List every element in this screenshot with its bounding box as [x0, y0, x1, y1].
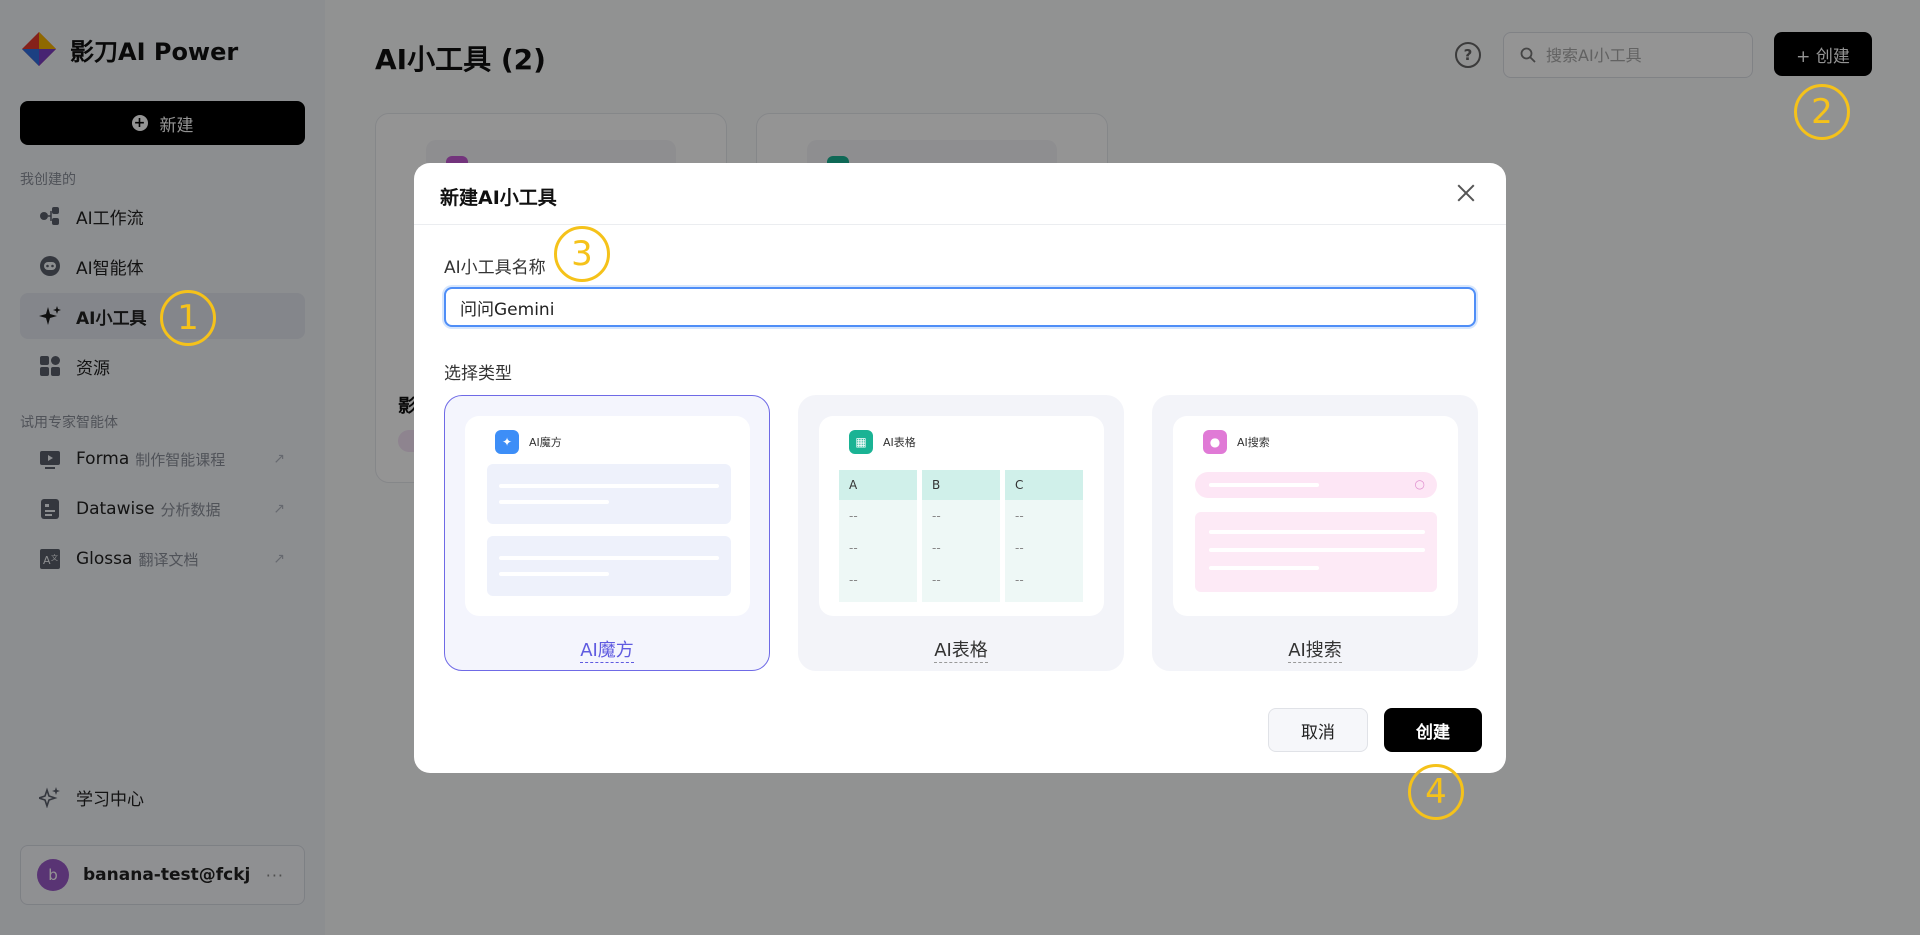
table-column: B -- -- --: [922, 470, 1000, 602]
type-preview: ✦ AI魔方: [465, 416, 750, 616]
step-marker-1: 1: [160, 290, 216, 346]
preview-header: ▦ AI表格: [839, 430, 916, 454]
type-option-magic[interactable]: ✦ AI魔方 AI魔方: [444, 395, 770, 671]
preview-results: [1195, 512, 1437, 592]
preview-block: [487, 464, 731, 524]
table-icon: ▦: [849, 430, 873, 454]
magic-icon: ✦: [495, 430, 519, 454]
type-option-search[interactable]: ● AI搜索 ○ AI搜索: [1152, 395, 1478, 671]
create-button[interactable]: 创建: [1384, 708, 1482, 752]
cancel-button[interactable]: 取消: [1268, 708, 1368, 752]
step-marker-2: 2: [1794, 84, 1850, 140]
type-label: 选择类型: [444, 364, 512, 384]
preview-header: ✦ AI魔方: [485, 430, 562, 454]
name-label: AI小工具名称: [444, 258, 546, 278]
preview-title: AI表格: [883, 436, 916, 449]
type-option-label: AI表格: [934, 640, 988, 663]
type-preview: ● AI搜索 ○: [1173, 416, 1458, 616]
search-type-icon: ●: [1203, 430, 1227, 454]
magnifier-icon: ○: [1414, 477, 1425, 491]
step-marker-4: 4: [1408, 764, 1464, 820]
dialog-header: 新建AI小工具: [414, 163, 1506, 225]
type-option-label: AI搜索: [1288, 640, 1342, 663]
type-option-table[interactable]: ▦ AI表格 A -- -- -- B -- -- -- C -- -- --: [798, 395, 1124, 671]
preview-search-bar: ○: [1195, 472, 1437, 498]
type-option-label: AI魔方: [580, 640, 634, 663]
dialog-title: 新建AI小工具: [440, 187, 557, 209]
preview-title: AI魔方: [529, 436, 562, 449]
close-icon[interactable]: [1456, 183, 1476, 203]
type-preview: ▦ AI表格 A -- -- -- B -- -- -- C -- -- --: [819, 416, 1104, 616]
tool-name-input[interactable]: [444, 287, 1476, 327]
preview-title: AI搜索: [1237, 436, 1270, 449]
table-column: A -- -- --: [839, 470, 917, 602]
table-column: C -- -- --: [1005, 470, 1083, 602]
step-marker-3: 3: [554, 226, 610, 282]
preview-header: ● AI搜索: [1193, 430, 1270, 454]
preview-block: [487, 536, 731, 596]
